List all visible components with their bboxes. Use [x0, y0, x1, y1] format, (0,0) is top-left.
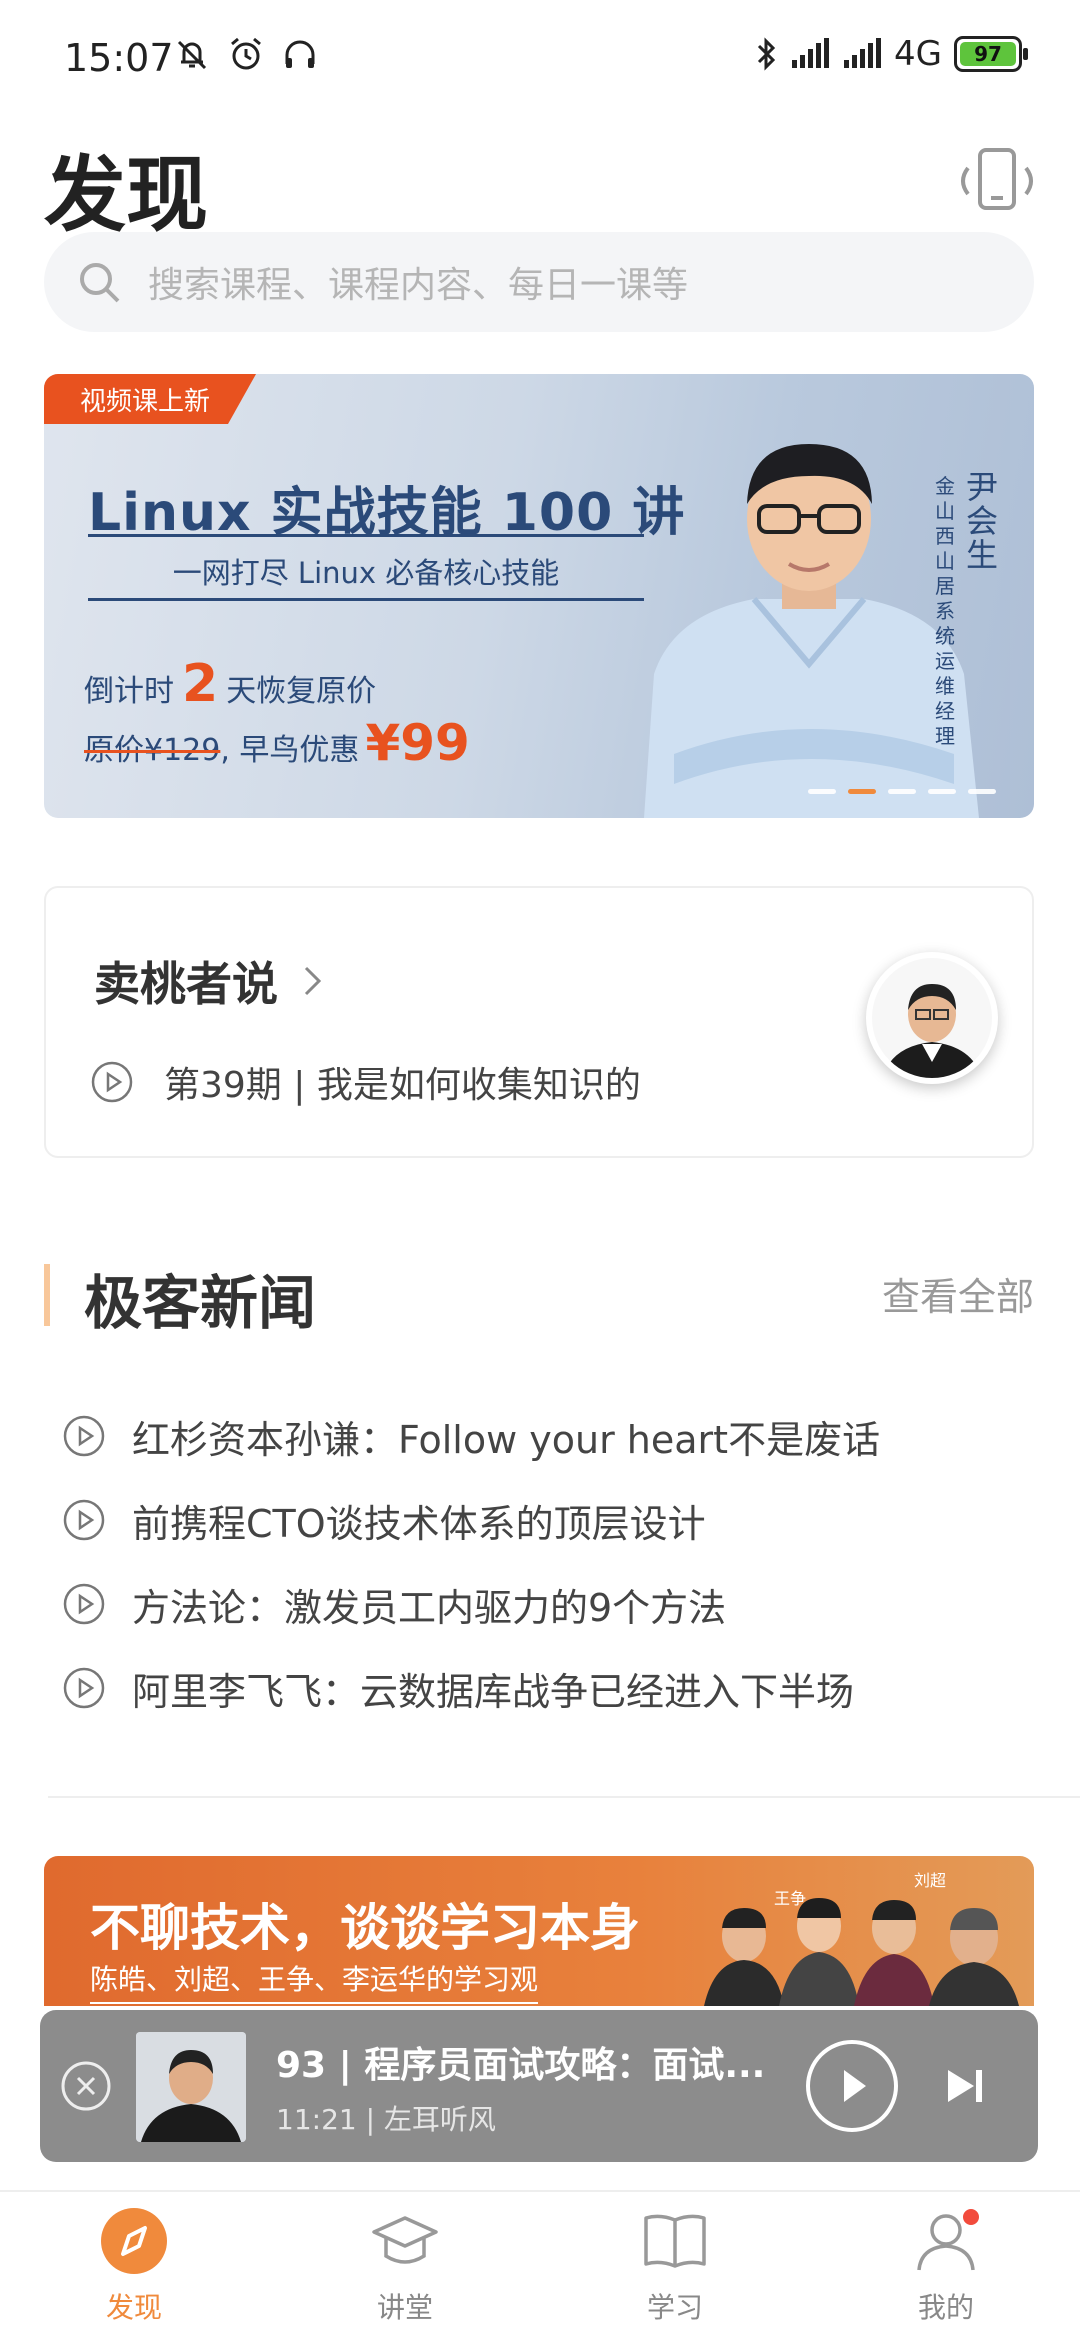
play-button[interactable]: [804, 2038, 900, 2134]
episode-cover: [136, 2032, 246, 2142]
section-accent-bar: [44, 1264, 50, 1326]
network-type: 4G: [894, 34, 942, 74]
lecturer-name: 尹会生: [965, 468, 998, 574]
close-icon[interactable]: [60, 2060, 112, 2112]
tab-profile[interactable]: 我的: [886, 2206, 1006, 2336]
news-item[interactable]: 方法论：激发员工内驱力的9个方法: [62, 1562, 1022, 1646]
bottom-tab-bar: 发现 讲堂 学习 我的: [0, 2190, 1080, 2340]
status-time: 15:07: [64, 36, 174, 80]
carousel-dot[interactable]: [888, 789, 916, 794]
carousel-dot[interactable]: [808, 789, 836, 794]
play-circle-icon: [63, 1415, 105, 1457]
news-item[interactable]: 阿里李飞飞：云数据库战争已经进入下半场: [62, 1646, 1022, 1730]
episode-title: 93 | 程序员面试攻略：面试...: [276, 2045, 766, 2086]
early-bird-label: , 早鸟优惠: [220, 733, 360, 768]
promo-title: 不聊技术，谈谈学习本身: [90, 1899, 640, 1957]
search-input[interactable]: 搜索课程、课程内容、每日一课等: [44, 232, 1034, 332]
promo-banner[interactable]: 不聊技术，谈谈学习本身 陈皓、刘超、王争、李运华的学习观 王争 刘超: [44, 1856, 1034, 2006]
tab-discover[interactable]: 发现: [74, 2206, 194, 2336]
device-rotate-icon[interactable]: [954, 144, 1040, 218]
news-item[interactable]: 前携程CTO谈技术体系的顶层设计: [62, 1478, 1022, 1562]
carousel-dot[interactable]: [928, 789, 956, 794]
play-circle-icon: [91, 1061, 133, 1103]
view-all-link[interactable]: 查看全部: [882, 1266, 1034, 1321]
promo-name-2: 刘超: [914, 1871, 946, 1890]
play-circle-icon: [63, 1499, 105, 1541]
news-item[interactable]: 红杉资本孙谦：Follow your heart不是废话: [62, 1394, 1022, 1478]
signal-icon: [792, 38, 830, 68]
battery-icon: 97: [954, 36, 1028, 72]
carousel-indicator[interactable]: [808, 789, 996, 794]
banner-countdown: 倒计时 2 天恢复原价: [84, 654, 377, 714]
featured-episode[interactable]: 第39期 | 我是如何收集知识的: [90, 1056, 641, 1108]
carousel-dot-active[interactable]: [848, 789, 876, 794]
banner-tag: 视频课上新: [44, 374, 256, 424]
signal-icon-2: [844, 38, 882, 68]
graduation-cap-icon: [372, 2216, 438, 2264]
promo-subtitle: 陈皓、刘超、王争、李运华的学习观: [90, 1958, 539, 2004]
alarm-icon: [231, 37, 261, 70]
sale-price: ¥99: [365, 714, 470, 772]
play-circle-icon: [63, 1583, 105, 1625]
headphones-icon: [285, 40, 315, 68]
tab-lecture[interactable]: 讲堂: [345, 2206, 465, 2336]
bluetooth-icon: [757, 37, 776, 71]
status-bar: 15:07 4G 97: [0, 0, 1080, 116]
mute-notification-icon: [177, 40, 207, 70]
featured-title[interactable]: 卖桃者说: [94, 948, 324, 1014]
carousel-dot[interactable]: [968, 789, 996, 794]
news-list: 红杉资本孙谦：Follow your heart不是废话 前携程CTO谈技术体系…: [62, 1394, 1022, 1730]
search-icon: [80, 263, 120, 303]
battery-level: 97: [974, 42, 1002, 66]
compass-icon: [101, 2208, 167, 2274]
banner-subtitle: 一网打尽 Linux 必备核心技能: [172, 556, 560, 590]
author-avatar: [866, 952, 998, 1084]
news-section-title: 极客新闻: [84, 1269, 317, 1337]
mini-player[interactable]: 93 | 程序员面试攻略：面试... 11:21 | 左耳听风: [40, 2010, 1038, 2162]
featured-column-card[interactable]: 卖桃者说 第39期 | 我是如何收集知识的: [44, 886, 1034, 1158]
page-title: 发现: [44, 148, 209, 243]
episode-meta: 11:21 | 左耳听风: [276, 2103, 496, 2136]
original-price: 原价¥129: [84, 733, 221, 768]
skip-next-icon[interactable]: [940, 2062, 988, 2110]
promo-name-1: 王争: [774, 1889, 806, 1908]
countdown-days: 2: [182, 654, 219, 714]
banner-price: 原价¥129 , 早鸟优惠 ¥99: [84, 714, 470, 772]
lecturer-role: 金山西山居系统运维经理: [935, 474, 955, 748]
book-icon: [644, 2214, 706, 2268]
speakers-photo: 王争 刘超: [704, 1871, 1019, 2006]
search-placeholder: 搜索课程、课程内容、每日一课等: [148, 265, 689, 306]
tab-study[interactable]: 学习: [615, 2206, 735, 2336]
play-circle-icon: [63, 1667, 105, 1709]
chevron-right-icon: [304, 966, 322, 996]
course-banner[interactable]: 视频课上新 Linux 实战技能 100 讲 一网打尽 Linux 必备核心技能…: [44, 374, 1034, 818]
section-divider: [48, 1796, 1080, 1798]
notification-badge: [960, 2206, 982, 2228]
